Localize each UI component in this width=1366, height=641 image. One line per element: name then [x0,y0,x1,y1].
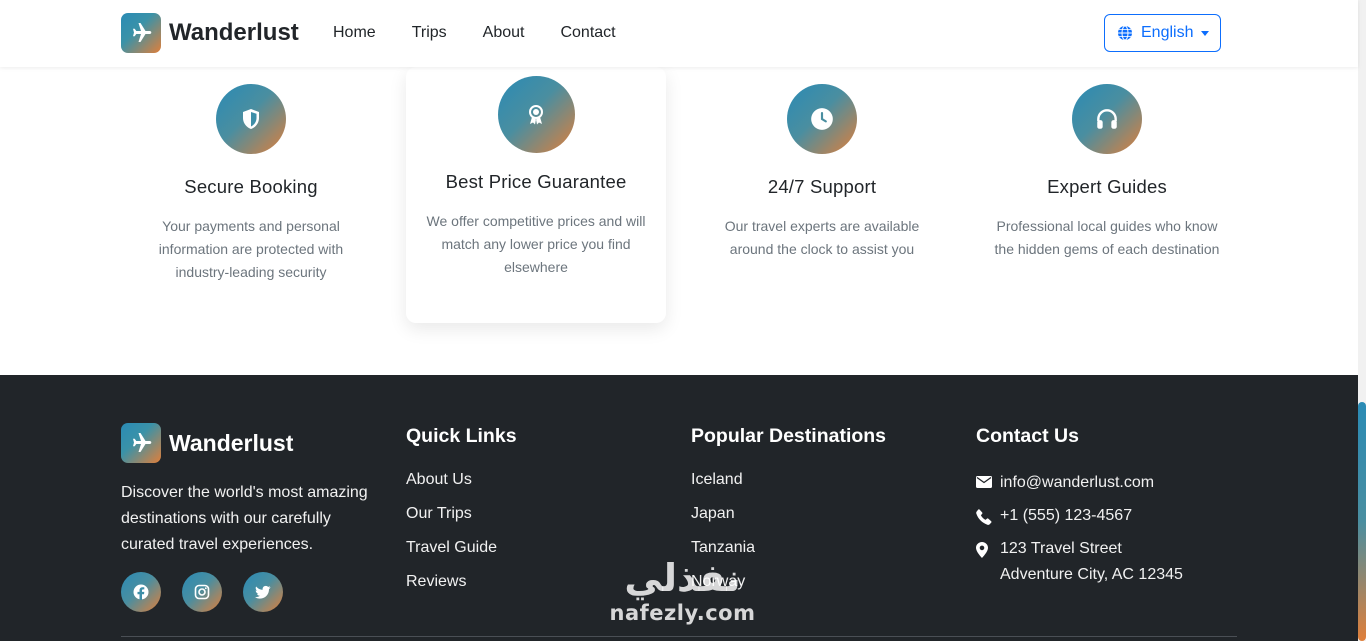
quick-links-title: Quick Links [406,425,517,447]
award-icon [497,76,575,153]
globe-icon [1117,25,1133,41]
navbar: Wanderlust Home Trips About Contact Engl… [0,0,1358,67]
plane-icon [121,423,161,463]
nav-links: Home Trips About Contact [333,24,652,42]
feature-desc: We offer competitive prices and will mat… [426,213,646,275]
destination-link-tanzania[interactable]: Tanzania [691,539,886,573]
feature-title: Expert Guides [1047,176,1167,197]
instagram-icon[interactable] [182,572,222,612]
footer-link-reviews[interactable]: Reviews [406,573,517,607]
nav-link-trips[interactable]: Trips [412,24,447,42]
facebook-icon[interactable] [121,572,161,612]
language-label: English [1141,24,1194,41]
footer-link-about-us[interactable]: About Us [406,471,517,505]
feature-desc: Your payments and personal information a… [158,218,344,280]
footer-description: Discover the world's most amazing destin… [121,484,368,553]
contact-email[interactable]: info@wanderlust.com [976,474,1183,507]
feature-title: 24/7 Support [767,176,877,197]
feature-secure-booking: Secure Booking Your payments and persona… [121,84,381,284]
scrollbar-thumb[interactable] [1358,402,1366,641]
feature-desc: Our travel experts are available around … [724,218,920,257]
caret-down-icon [1201,30,1210,36]
feature-expert-guides: Expert Guides Professional local guides … [977,84,1237,261]
feature-title: Secure Booking [184,176,318,197]
headphones-icon [1072,84,1142,154]
feature-title: Best Price Guarantee [445,171,627,192]
feature-support: 24/7 Support Our travel experts are avai… [692,84,952,261]
destination-link-iceland[interactable]: Iceland [691,471,886,505]
plane-icon [121,13,161,53]
brand-name: Wanderlust [169,19,299,46]
nav-link-contact[interactable]: Contact [560,24,615,42]
map-pin-icon [976,540,996,558]
nav-link-home[interactable]: Home [333,24,376,42]
envelope-icon [976,474,996,489]
contact-title: Contact Us [976,425,1079,447]
page-scrollbar[interactable] [1358,0,1366,641]
footer-link-travel-guide[interactable]: Travel Guide [406,539,517,573]
footer-link-our-trips[interactable]: Our Trips [406,505,517,539]
footer-brand[interactable]: Wanderlust [121,423,293,463]
feature-best-price: Best Price Guarantee We offer competitiv… [406,67,666,323]
contact-address-line1: 123 Travel Street [1000,540,1122,557]
social-links [121,572,304,612]
feature-desc: Professional local guides who know the h… [994,218,1220,257]
destination-link-norway[interactable]: Norway [691,573,886,607]
nav-link-about[interactable]: About [483,24,525,42]
features-section: Secure Booking Your payments and persona… [0,67,1358,375]
contact-email-text: info@wanderlust.com [1000,474,1155,491]
quick-links-column: Quick Links About Us Our Trips Travel Gu… [406,425,517,607]
brand[interactable]: Wanderlust [121,13,299,53]
phone-icon [976,507,996,525]
footer-brand-name: Wanderlust [169,429,294,456]
destinations-title: Popular Destinations [691,425,887,447]
footer: Wanderlust Discover the world's most ama… [0,375,1358,641]
destinations-column: Popular Destinations Iceland Japan Tanza… [691,425,886,607]
clock-icon [787,84,857,154]
contact-address: 123 Travel Street Adventure City, AC 123… [976,540,1183,588]
footer-divider [121,636,1237,637]
twitter-icon[interactable] [243,572,283,612]
language-dropdown[interactable]: English [1104,14,1221,52]
contact-column: Contact Us info@wanderlust.com +1 (555) … [976,425,1183,588]
destination-link-japan[interactable]: Japan [691,505,886,539]
contact-phone-text: +1 (555) 123-4567 [1000,507,1133,524]
contact-address-line2: Adventure City, AC 12345 [1000,566,1183,583]
shield-icon [216,84,286,154]
